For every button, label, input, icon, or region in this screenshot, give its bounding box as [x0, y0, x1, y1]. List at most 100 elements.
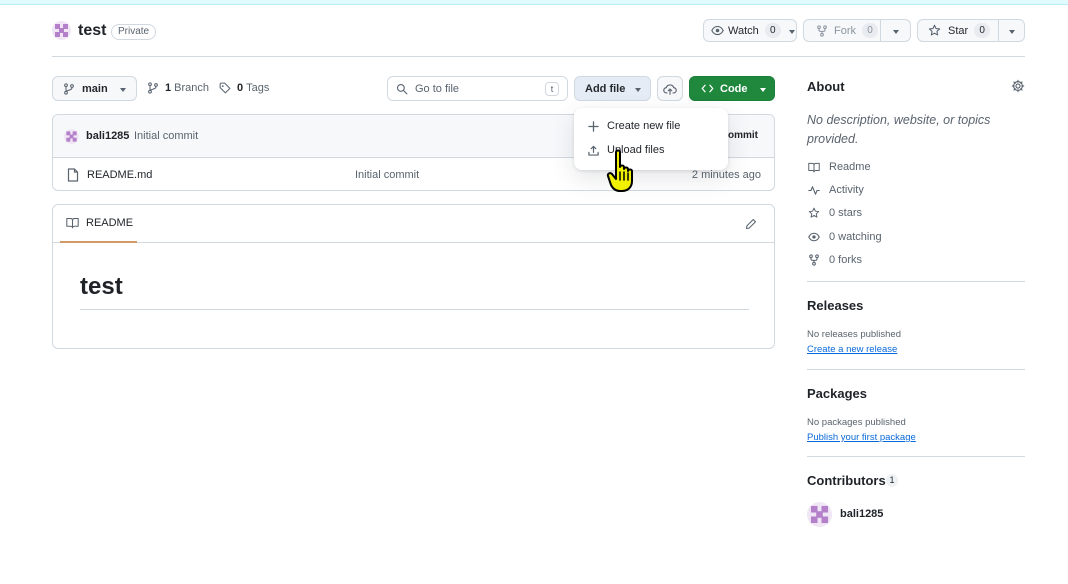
releases-title[interactable]: Releases: [807, 298, 863, 313]
contributor-name[interactable]: bali1285: [840, 508, 883, 520]
file-time: 2 minutes ago: [691, 169, 761, 181]
sidebar-link-label: Readme: [829, 161, 871, 173]
pulse-icon: [808, 185, 820, 196]
watch-button[interactable]: Watch 0: [703, 19, 797, 42]
about-description: No description, website, or topics provi…: [807, 113, 991, 146]
commit-message[interactable]: Initial commit: [134, 130, 198, 142]
commit-user[interactable]: bali1285: [86, 130, 129, 142]
eye-icon: [711, 24, 724, 37]
repo-name[interactable]: test: [78, 22, 106, 40]
readme-header: README: [53, 205, 774, 243]
star-label: Star: [948, 24, 969, 37]
fork-icon: [816, 24, 828, 37]
readme-tab[interactable]: README: [60, 205, 137, 243]
search-icon: [396, 83, 408, 95]
sidebar-link-forks[interactable]: 0 forks: [808, 254, 862, 266]
tags-count: 0: [237, 82, 244, 94]
publish-package-link[interactable]: Publish your first package: [807, 432, 916, 443]
branches-link[interactable]: 1 Branch: [147, 82, 209, 94]
visibility-badge: Private: [111, 24, 157, 40]
sidebar-link-label: 0 watching: [829, 231, 882, 243]
add-file-button[interactable]: Add file: [574, 76, 651, 101]
star-icon: [808, 207, 820, 219]
tag-icon: [219, 82, 231, 94]
branch-count-icon: [147, 82, 159, 94]
branch-caret-icon: [119, 83, 126, 95]
top-strip: [0, 0, 1068, 5]
fork-count: 0: [862, 23, 878, 38]
file-icon: [67, 168, 79, 182]
pencil-icon[interactable]: [745, 218, 757, 230]
sidebar-link-label: 0 stars: [829, 207, 863, 219]
sidebar-link-stars[interactable]: 0 stars: [808, 207, 862, 219]
sidebar-divider: [807, 369, 1025, 370]
sidebar-link-activity[interactable]: Activity: [808, 184, 864, 196]
readme-box: README test: [52, 204, 775, 349]
about-title: About: [807, 79, 845, 94]
readme-heading: test: [80, 273, 123, 300]
code-label: Code: [720, 82, 748, 95]
plus-icon: [588, 120, 599, 132]
code-button[interactable]: Code: [689, 76, 775, 101]
cloud-upload-icon: [663, 82, 677, 96]
branch-icon: [63, 82, 75, 95]
gear-icon[interactable]: [1011, 79, 1025, 93]
packages-empty-text: No packages published: [807, 417, 906, 428]
create-release-link[interactable]: Create a new release: [807, 344, 897, 355]
sidebar-link-watching[interactable]: 0 watching: [808, 231, 882, 243]
readme-heading-rule: [80, 309, 749, 310]
commit-user-avatar: [64, 129, 79, 144]
contributors-title[interactable]: Contributors: [807, 473, 886, 488]
watch-count: 0: [764, 23, 781, 38]
add-file-caret-icon: [635, 83, 642, 95]
star-dropdown-button[interactable]: [998, 19, 1025, 42]
contributors-count: 1: [886, 474, 898, 487]
branches-count: 1: [165, 82, 172, 94]
sidebar-divider: [807, 281, 1025, 282]
hand-cursor-icon: [606, 148, 644, 194]
readme-tab-label: README: [86, 217, 134, 229]
eye-icon: [808, 231, 820, 243]
code-brackets-icon: [701, 82, 714, 95]
fork-label: Fork: [834, 24, 856, 37]
tags-label: Tags: [246, 82, 270, 94]
watch-caret-icon: [788, 25, 795, 37]
star-icon: [928, 24, 941, 37]
branch-selector[interactable]: main: [52, 76, 137, 101]
fork-button[interactable]: Fork 0: [803, 19, 881, 42]
file-name[interactable]: README.md: [87, 169, 152, 181]
book-icon: [66, 217, 79, 229]
menu-item-label: Create new file: [607, 120, 681, 132]
sidebar-link-label: Activity: [829, 184, 864, 196]
star-button[interactable]: Star 0: [917, 19, 999, 42]
goto-file-placeholder: Go to file: [415, 82, 460, 95]
sidebar-link-readme[interactable]: Readme: [808, 161, 871, 173]
branch-name: main: [82, 82, 108, 95]
star-caret-icon: [1008, 25, 1015, 37]
menu-item-create-new-file[interactable]: Create new file: [582, 115, 720, 137]
repo-avatar: [52, 21, 71, 40]
code-caret-icon: [759, 83, 766, 95]
fork-icon: [808, 254, 820, 266]
sidebar-link-label: 0 forks: [829, 254, 863, 266]
sidebar-divider: [807, 456, 1025, 457]
menu-item-upload-files[interactable]: Upload files: [582, 139, 720, 161]
book-icon: [808, 162, 820, 173]
branches-label: Branch: [174, 82, 209, 94]
file-commit-message[interactable]: Initial commit: [355, 169, 419, 181]
add-file-menu: Create new file Upload files: [574, 108, 728, 170]
fork-dropdown-button[interactable]: [880, 19, 911, 42]
add-file-label: Add file: [585, 82, 626, 95]
commits-link[interactable]: ommit: [728, 130, 758, 141]
goto-file-input[interactable]: Go to file t: [387, 76, 568, 101]
goto-shortcut-key: t: [545, 82, 559, 96]
watch-label: Watch: [728, 24, 759, 37]
star-count: 0: [974, 23, 991, 38]
header-divider: [52, 56, 1025, 57]
contributor-avatar[interactable]: [807, 502, 832, 527]
codespaces-button[interactable]: [657, 76, 683, 101]
packages-title[interactable]: Packages: [807, 386, 867, 401]
upload-icon: [588, 145, 599, 156]
tags-link[interactable]: 0 Tags: [219, 82, 269, 94]
releases-empty-text: No releases published: [807, 329, 902, 340]
